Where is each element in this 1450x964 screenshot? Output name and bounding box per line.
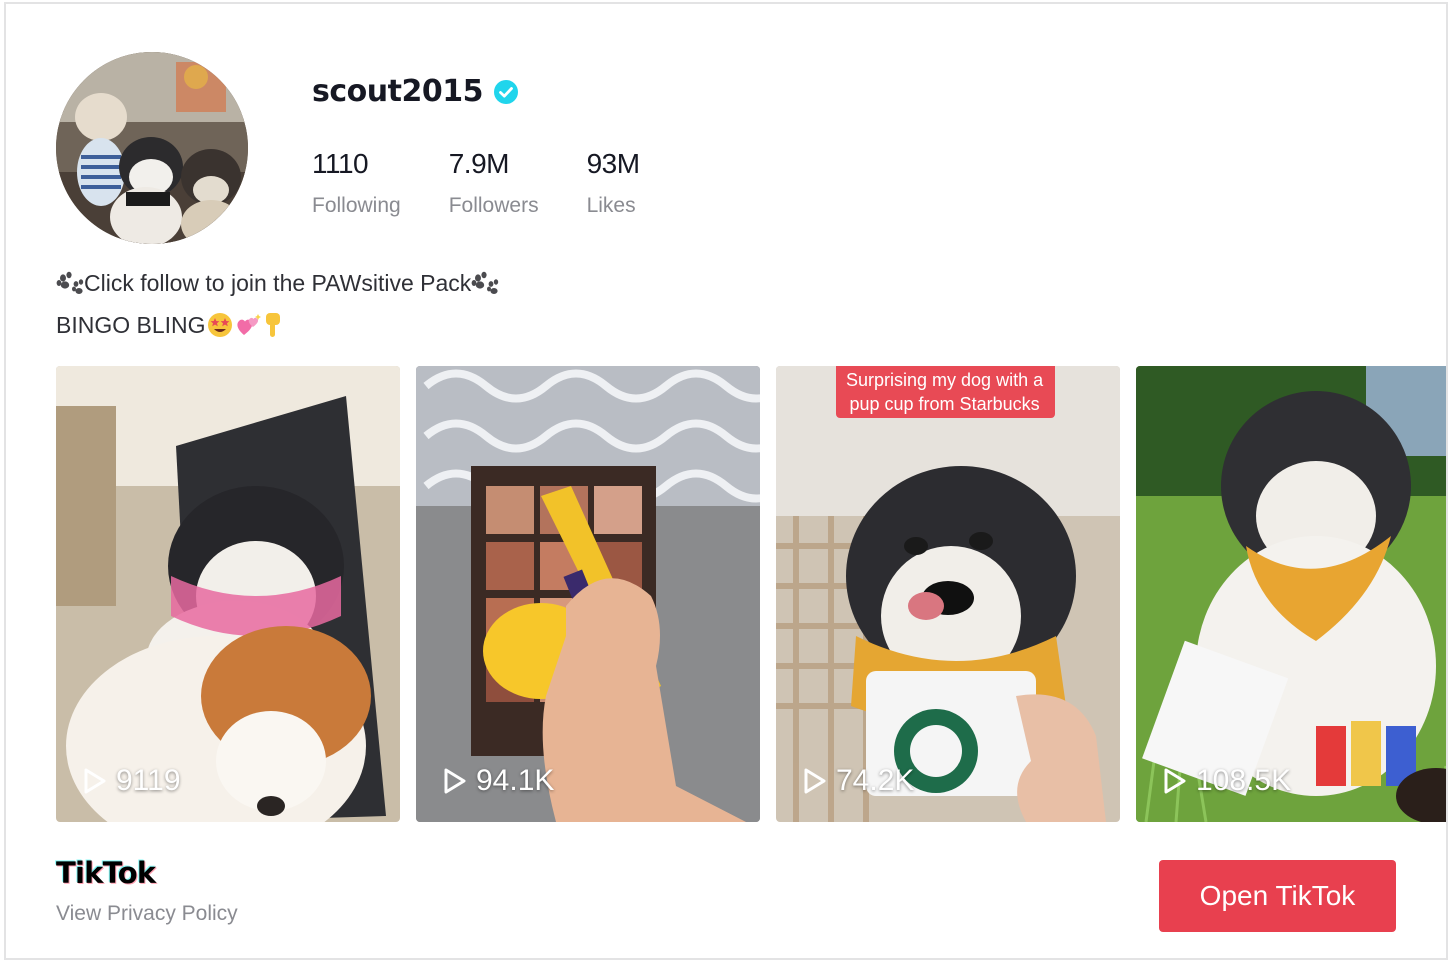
stat-following-value: 1110: [312, 148, 369, 179]
stat-likes-label: Likes: [586, 194, 636, 217]
sparkling-hearts-icon: [236, 314, 261, 335]
stat-following: 1110 Following: [312, 148, 401, 218]
bio-line-1-text: Click follow to join the PAWsitive Pack: [84, 270, 472, 296]
video-thumbnail-4[interactable]: 108.5K: [1136, 366, 1446, 822]
play-icon: [444, 768, 466, 794]
video-thumbnail-3[interactable]: Surprising my dog with a pup cup from St…: [776, 366, 1120, 822]
video-3-views: 74.2K: [802, 764, 914, 798]
verified-check-icon: [493, 79, 518, 104]
video-2-views: 94.1K: [442, 764, 554, 798]
username[interactable]: scout2015: [312, 74, 483, 109]
play-icon: [804, 768, 826, 794]
stat-followers-value: 7.9M: [448, 148, 510, 179]
privacy-policy-link[interactable]: View Privacy Policy: [56, 902, 238, 926]
video-3-caption-line-2: pup cup from Starbucks: [849, 394, 1040, 414]
stat-followers-label: Followers: [448, 194, 539, 217]
username-row: scout2015: [312, 74, 519, 109]
video-2-image: [416, 366, 760, 822]
bio-line-2: BINGO BLING: [56, 304, 499, 346]
video-4-view-count: 108.5K: [1196, 764, 1292, 797]
video-3-view-count: 74.2K: [836, 764, 915, 797]
play-icon: [1164, 768, 1186, 794]
video-3-caption-line-1: Surprising my dog with a: [846, 370, 1044, 390]
bio-line-1: Click follow to join the PAWsitive Pack: [56, 262, 499, 304]
pointing-down-icon: [265, 313, 280, 337]
profile-stats: 1110 Following 7.9M Followers 93M Likes: [312, 148, 688, 218]
video-4-image: [1136, 366, 1446, 822]
video-2-view-count: 94.1K: [476, 764, 555, 797]
paw-prints-icon: [56, 271, 84, 294]
video-grid: 9119 94.1K Surprising my dog with a pup …: [56, 366, 1446, 822]
play-icon: [84, 768, 106, 794]
video-thumbnail-1[interactable]: 9119: [56, 366, 400, 822]
video-1-view-count: 9119: [116, 764, 181, 797]
stat-followers: 7.9M Followers: [449, 148, 539, 218]
video-3-image: [776, 366, 1120, 822]
stat-following-label: Following: [312, 194, 401, 217]
profile-bio: Click follow to join the PAWsitive Pack …: [56, 262, 499, 346]
tiktok-embed-card: scout2015 1110 Following 7.9M Followers …: [4, 2, 1448, 960]
stat-likes-value: 93M: [586, 148, 640, 179]
video-thumbnail-2[interactable]: 94.1K: [416, 366, 760, 822]
paw-prints-icon: [471, 271, 499, 294]
profile-avatar[interactable]: [56, 52, 248, 244]
stat-likes: 93M Likes: [587, 148, 640, 218]
video-3-caption: Surprising my dog with a pup cup from St…: [836, 366, 1056, 418]
tiktok-logo[interactable]: TikTok: [56, 856, 156, 890]
open-tiktok-button[interactable]: Open TikTok: [1159, 860, 1396, 932]
avatar-image: [56, 52, 248, 244]
video-1-image: [56, 366, 400, 822]
video-1-views: 9119: [82, 764, 181, 798]
star-struck-face-icon: [207, 313, 232, 337]
bio-line-2-text: BINGO BLING: [56, 312, 206, 338]
video-4-views: 108.5K: [1162, 764, 1291, 798]
